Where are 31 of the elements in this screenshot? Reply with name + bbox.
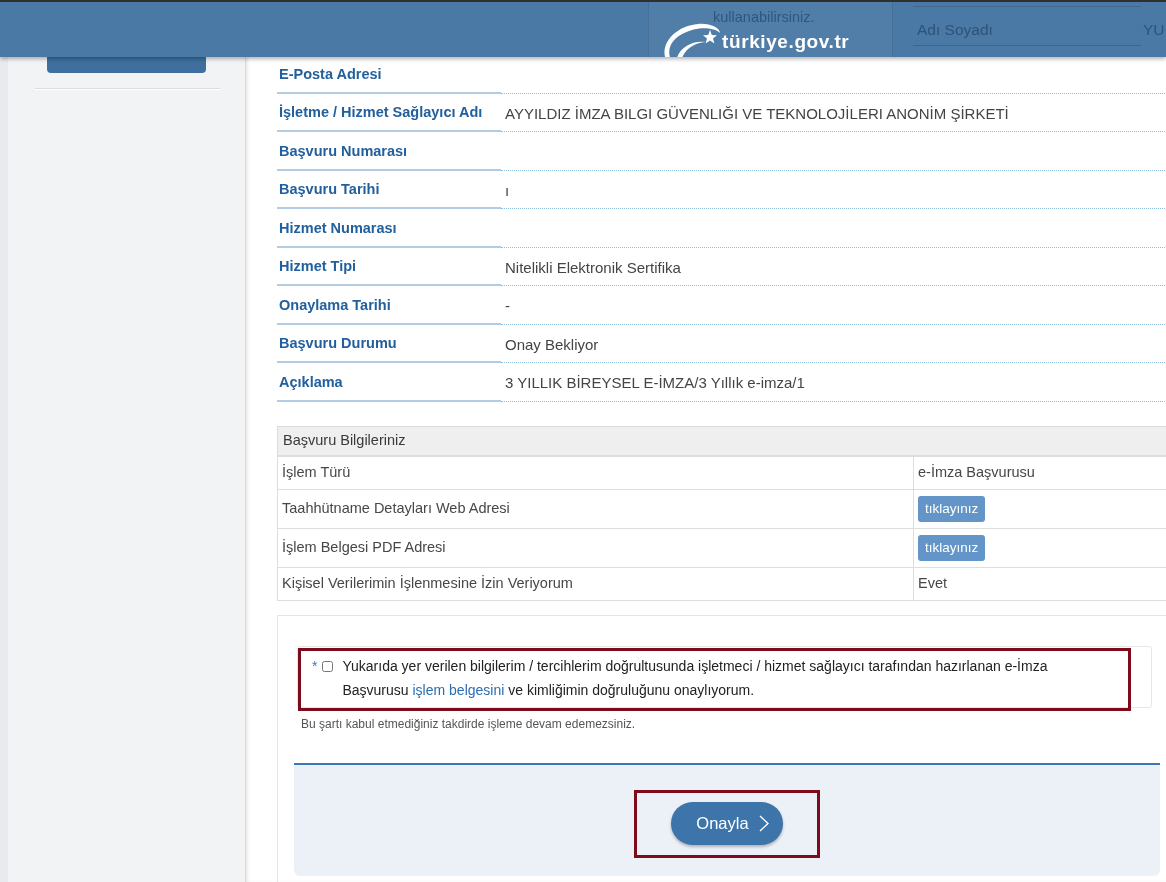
field-label: Açıklama <box>279 372 343 392</box>
field-label: Hizmet Numarası <box>279 218 397 238</box>
field-label: Başvuru Numarası <box>279 141 408 161</box>
table-cell: Taahhütname Detayları Web Adresi <box>277 489 914 528</box>
field-label: Hizmet Tipi <box>279 257 357 277</box>
document-link[interactable]: işlem belgesini <box>412 681 505 698</box>
consent-checkbox[interactable] <box>322 660 334 672</box>
field-label: E-Posta Adresi <box>279 64 382 84</box>
panel-heading: Başvuru Bilgileriniz <box>277 425 1166 456</box>
field-label: Onaylama Tarihi <box>279 295 391 315</box>
table-cell: Kişisel Verilerimin İşlenmesine İzin Veriyorum <box>277 567 914 600</box>
link-button[interactable]: tıklayınız <box>918 495 986 522</box>
field-value: - <box>505 296 510 316</box>
table-cell: e-İmza Başvurusu <box>913 456 1166 489</box>
field-value: AYYILDIZ İMZA BILGI GÜVENLIĞI VE TEKNOLOJİLERI ANONİM ŞİRKETİ <box>505 103 1009 124</box>
hint-text: Bu şartı kabul etmediğiniz takdirde işleme devam edemezsiniz. <box>301 715 637 732</box>
chevron-right-icon <box>758 814 769 832</box>
field-value: Nitelikli Elektronik Sertifika <box>505 257 681 278</box>
field-label: İşletme / Hizmet Sağlayıcı Adı <box>279 103 483 123</box>
required-mark: * <box>312 656 318 676</box>
table-cell: İşlem Belgesi PDF Adresi <box>277 528 914 567</box>
field-value: 3 YILLIK BİREYSEL E-İMZA/3 Yıllık e-imza/1 <box>505 373 805 393</box>
field-value: ı <box>505 180 510 201</box>
confirm-button[interactable]: Onayla <box>671 801 783 845</box>
link-button[interactable]: tıklayınız <box>918 534 986 561</box>
field-label: Başvuru Tarihi <box>279 180 380 200</box>
table-cell: İşlem Türü <box>277 456 914 489</box>
logo-text[interactable]: türkiye.gov.tr <box>722 31 850 53</box>
field-value: Onay Bekliyor <box>505 334 599 355</box>
field-label: Başvuru Durumu <box>279 334 397 354</box>
consent-text: Yukarıda yer verilen bilgilerim / tercihlerim doğrultusunda işletmeci / hizmet sağlayıcı tarafından hazırlanan e-İmza Başvurusu işlem belgesini ve kimliğimin doğruluğunu onaylıyorum. <box>342 656 1049 700</box>
